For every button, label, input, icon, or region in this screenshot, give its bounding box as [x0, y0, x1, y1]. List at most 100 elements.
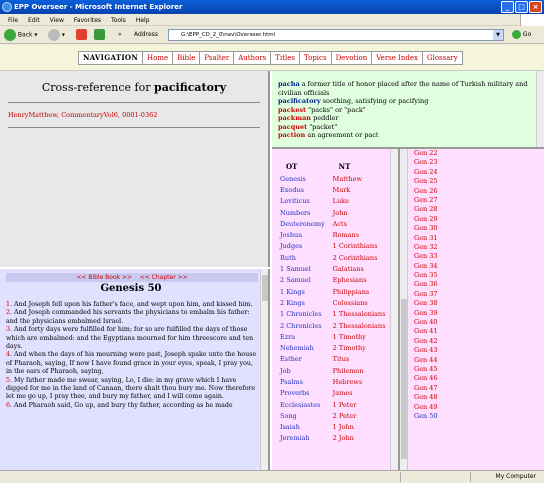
- menu-item-view[interactable]: View: [50, 17, 64, 24]
- chapter-link[interactable]: Gen 32: [414, 243, 438, 252]
- back-button[interactable]: Back ▾: [4, 29, 37, 41]
- ot-book-link[interactable]: 1 Samuel: [280, 263, 333, 274]
- chapters-scrollbar[interactable]: [400, 149, 408, 470]
- stop-button[interactable]: [76, 29, 87, 41]
- menu-item-help[interactable]: Help: [136, 17, 150, 24]
- ot-book-link[interactable]: Numbers: [280, 207, 333, 218]
- nt-book-link[interactable]: Mark: [333, 184, 394, 195]
- close-button[interactable]: ×: [529, 1, 542, 13]
- chapter-link[interactable]: Gen 24: [414, 168, 438, 177]
- nt-book-link[interactable]: Titus: [333, 354, 394, 365]
- address-input[interactable]: G:\EPP_CD_2_0\nav\Overseer.html ▼: [168, 29, 504, 41]
- dictionary-word[interactable]: paction: [278, 131, 305, 139]
- nt-book-link[interactable]: 2 Corinthians: [333, 252, 394, 263]
- nt-book-link[interactable]: Colossians: [333, 297, 394, 308]
- ot-book-link[interactable]: Ruth: [280, 252, 333, 263]
- chapter-link[interactable]: Gen 42: [414, 337, 438, 346]
- dictionary-scrollbar[interactable]: [536, 71, 544, 147]
- maximize-button[interactable]: □: [515, 1, 528, 13]
- chapter-link[interactable]: Gen 44: [414, 356, 438, 365]
- nt-book-link[interactable]: John: [333, 207, 394, 218]
- nt-book-link[interactable]: 1 Corinthians: [333, 241, 394, 252]
- chapter-link[interactable]: Gen 28: [414, 205, 438, 214]
- nav-link-titles[interactable]: Titles: [271, 52, 300, 64]
- nt-book-link[interactable]: Galatians: [333, 263, 394, 274]
- ot-book-link[interactable]: Proverbs: [280, 388, 333, 399]
- ot-book-link[interactable]: Psalms: [280, 376, 333, 387]
- ot-book-link[interactable]: Nehemiah: [280, 342, 333, 353]
- ot-book-link[interactable]: 1 Kings: [280, 286, 333, 297]
- chapter-link[interactable]: Gen 45: [414, 365, 438, 374]
- menu-item-favorites[interactable]: Favorites: [74, 17, 101, 24]
- refresh-button[interactable]: [94, 29, 105, 41]
- ot-book-link[interactable]: Esther: [280, 354, 333, 365]
- chapter-link[interactable]: Gen 40: [414, 318, 438, 327]
- chapter-link[interactable]: Gen 49: [414, 403, 438, 412]
- nt-book-link[interactable]: 1 Thessalonians: [333, 309, 394, 320]
- nav-link-verse-index[interactable]: Verse Index: [372, 52, 423, 64]
- nt-book-link[interactable]: 1 John: [333, 422, 394, 433]
- chapter-link[interactable]: Gen 34: [414, 262, 438, 271]
- nav-link-devotion[interactable]: Devotion: [332, 52, 373, 64]
- chapter-link[interactable]: Gen 47: [414, 384, 438, 393]
- nt-book-link[interactable]: Ephesians: [333, 275, 394, 286]
- chapter-link[interactable]: Gen 25: [414, 177, 438, 186]
- ot-book-link[interactable]: 2 Samuel: [280, 275, 333, 286]
- nt-book-link[interactable]: Hebrews: [333, 376, 394, 387]
- ot-book-link[interactable]: Isaiah: [280, 422, 333, 433]
- ot-book-link[interactable]: Deuteronomy: [280, 218, 333, 229]
- chapter-link[interactable]: Gen 26: [414, 187, 438, 196]
- chapter-link[interactable]: Gen 36: [414, 280, 438, 289]
- ot-book-link[interactable]: Song: [280, 410, 333, 421]
- more-chevron-icon[interactable]: »: [118, 29, 122, 41]
- ot-book-link[interactable]: Jeremiah: [280, 433, 333, 444]
- nav-link-topics[interactable]: Topics: [300, 52, 332, 64]
- chapter-link[interactable]: Gen 35: [414, 271, 438, 280]
- nt-book-link[interactable]: 1 Peter: [333, 399, 394, 410]
- chapter-link[interactable]: Gen 41: [414, 327, 438, 336]
- ot-book-link[interactable]: 1 Chronicles: [280, 309, 333, 320]
- chapter-link[interactable]: Gen 39: [414, 309, 438, 318]
- dictionary-word[interactable]: pacha: [278, 80, 300, 88]
- nav-link-home[interactable]: Home: [143, 52, 174, 64]
- ot-book-link[interactable]: Ecclesiastes: [280, 399, 333, 410]
- dictionary-word[interactable]: packman: [278, 114, 311, 122]
- chapter-nav-link[interactable]: << Chapter >>: [140, 274, 188, 281]
- chapter-link[interactable]: Gen 38: [414, 299, 438, 308]
- ot-book-link[interactable]: Joshua: [280, 229, 333, 240]
- cross-reference-link[interactable]: HenryMatthew, CommentaryVol6, 0001-0362: [8, 111, 268, 119]
- nt-book-link[interactable]: Luke: [333, 196, 394, 207]
- nt-book-link[interactable]: 1 Timothy: [333, 331, 394, 342]
- scroll-thumb[interactable]: [262, 275, 268, 301]
- chapter-link[interactable]: Gen 30: [414, 224, 438, 233]
- menu-item-edit[interactable]: Edit: [28, 17, 40, 24]
- nav-link-psalter[interactable]: Psalter: [200, 52, 235, 64]
- nt-book-link[interactable]: 2 Peter: [333, 410, 394, 421]
- chapter-link[interactable]: Gen 27: [414, 196, 438, 205]
- ot-book-link[interactable]: 2 Kings: [280, 297, 333, 308]
- menu-item-tools[interactable]: Tools: [111, 17, 126, 24]
- menu-item-file[interactable]: File: [8, 17, 18, 24]
- scripture-scrollbar[interactable]: [260, 269, 268, 470]
- chapter-link[interactable]: Gen 31: [414, 234, 438, 243]
- chapter-link[interactable]: Gen 46: [414, 374, 438, 383]
- nt-book-link[interactable]: 2 Thessalonians: [333, 320, 394, 331]
- ot-book-link[interactable]: Ezra: [280, 331, 333, 342]
- go-button[interactable]: Go: [512, 29, 531, 41]
- chapter-link[interactable]: Gen 33: [414, 252, 438, 261]
- dictionary-word[interactable]: pacquet: [278, 123, 307, 131]
- nt-book-link[interactable]: 2 John: [333, 433, 394, 444]
- nt-book-link[interactable]: Acts: [333, 218, 394, 229]
- ot-book-link[interactable]: Exodus: [280, 184, 333, 195]
- nt-book-link[interactable]: Matthew: [333, 173, 394, 184]
- bible-book-nav-link[interactable]: << Bible Book >>: [76, 274, 132, 281]
- ot-book-link[interactable]: Genesis: [280, 173, 333, 184]
- chapter-link[interactable]: Gen 43: [414, 346, 438, 355]
- chapter-link[interactable]: Gen 29: [414, 215, 438, 224]
- forward-button[interactable]: ▾: [48, 29, 65, 41]
- chapter-link[interactable]: Gen 37: [414, 290, 438, 299]
- nav-link-glossary[interactable]: Glossary: [423, 52, 462, 64]
- dictionary-word[interactable]: pacificatory: [278, 97, 321, 105]
- ot-book-link[interactable]: Judges: [280, 241, 333, 252]
- nt-book-link[interactable]: 2 Timothy: [333, 342, 394, 353]
